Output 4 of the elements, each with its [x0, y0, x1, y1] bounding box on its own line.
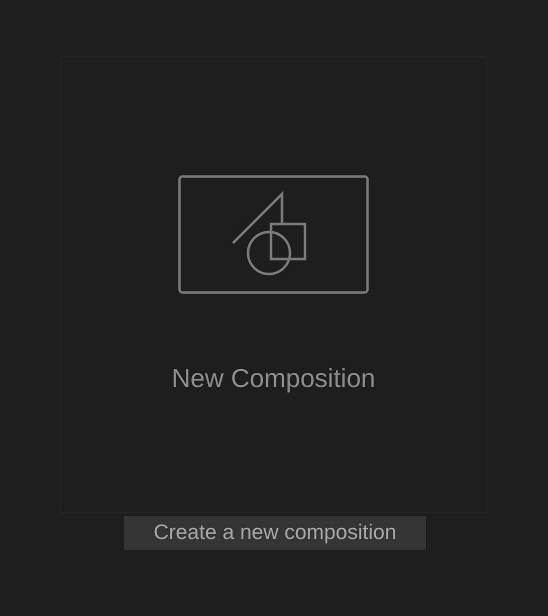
tooltip: Create a new composition: [124, 516, 426, 550]
new-composition-card[interactable]: New Composition: [60, 56, 487, 513]
card-title: New Composition: [172, 362, 376, 394]
shapes-icon: [178, 175, 369, 295]
